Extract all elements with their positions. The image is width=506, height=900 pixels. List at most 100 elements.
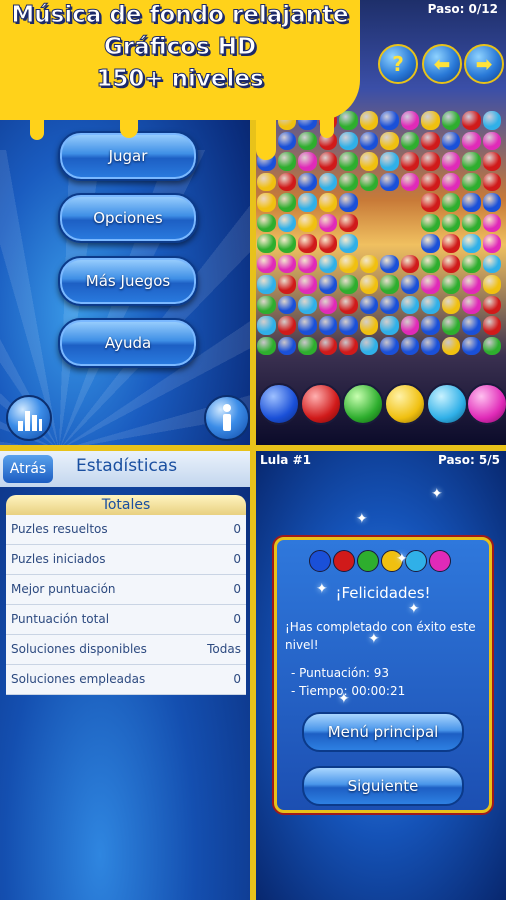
- puzzle-cell[interactable]: [400, 295, 419, 314]
- more-games-button[interactable]: Más Juegos: [58, 256, 198, 306]
- puzzle-cell[interactable]: [277, 193, 296, 212]
- puzzle-cell[interactable]: [462, 172, 481, 191]
- puzzle-cell[interactable]: [400, 172, 419, 191]
- puzzle-cell[interactable]: [298, 316, 317, 335]
- puzzle-cell[interactable]: [380, 295, 399, 314]
- play-button[interactable]: Jugar: [58, 131, 198, 181]
- puzzle-cell[interactable]: [482, 234, 501, 253]
- puzzle-cell[interactable]: [277, 275, 296, 294]
- puzzle-cell[interactable]: [339, 213, 358, 232]
- puzzle-cell[interactable]: [441, 193, 460, 212]
- help-button[interactable]: Ayuda: [58, 318, 198, 368]
- puzzle-cell[interactable]: [257, 172, 276, 191]
- puzzle-cell[interactable]: [462, 254, 481, 273]
- puzzle-cell[interactable]: [339, 275, 358, 294]
- main-menu-button[interactable]: Menú principal: [302, 712, 464, 752]
- puzzle-cell[interactable]: [441, 336, 460, 355]
- puzzle-cell[interactable]: [421, 131, 440, 150]
- puzzle-cell[interactable]: [400, 336, 419, 355]
- puzzle-cell[interactable]: [441, 295, 460, 314]
- redo-button[interactable]: ➡: [464, 44, 504, 84]
- puzzle-cell[interactable]: [462, 213, 481, 232]
- puzzle-cell[interactable]: [257, 316, 276, 335]
- puzzle-cell[interactable]: [257, 234, 276, 253]
- puzzle-cell[interactable]: [441, 111, 460, 130]
- puzzle-cell[interactable]: [257, 295, 276, 314]
- puzzle-cell[interactable]: [482, 254, 501, 273]
- puzzle-cell[interactable]: [277, 254, 296, 273]
- puzzle-cell[interactable]: [277, 234, 296, 253]
- puzzle-cell[interactable]: [462, 131, 481, 150]
- puzzle-cell[interactable]: [400, 111, 419, 130]
- puzzle-cell[interactable]: [339, 152, 358, 171]
- color-red[interactable]: [300, 383, 342, 425]
- puzzle-cell[interactable]: [318, 193, 337, 212]
- puzzle-cell[interactable]: [441, 213, 460, 232]
- puzzle-cell[interactable]: [318, 336, 337, 355]
- puzzle-cell[interactable]: [339, 234, 358, 253]
- puzzle-cell[interactable]: [380, 275, 399, 294]
- puzzle-cell[interactable]: [482, 336, 501, 355]
- puzzle-cell[interactable]: [359, 316, 378, 335]
- puzzle-cell[interactable]: [482, 111, 501, 130]
- next-button[interactable]: Siguiente: [302, 766, 464, 806]
- puzzle-cell[interactable]: [380, 152, 399, 171]
- color-yellow[interactable]: [384, 383, 426, 425]
- puzzle-cell[interactable]: [359, 111, 378, 130]
- puzzle-cell[interactable]: [462, 234, 481, 253]
- color-cyan[interactable]: [426, 383, 468, 425]
- puzzle-cell[interactable]: [462, 152, 481, 171]
- puzzle-cell[interactable]: [421, 172, 440, 191]
- undo-button[interactable]: ⬅: [422, 44, 462, 84]
- puzzle-cell[interactable]: [359, 172, 378, 191]
- puzzle-cell[interactable]: [421, 152, 440, 171]
- puzzle-cell[interactable]: [298, 152, 317, 171]
- puzzle-cell[interactable]: [339, 316, 358, 335]
- puzzle-cell[interactable]: [482, 213, 501, 232]
- puzzle-cell[interactable]: [400, 131, 419, 150]
- puzzle-cell[interactable]: [277, 131, 296, 150]
- puzzle-cell[interactable]: [277, 172, 296, 191]
- puzzle-cell[interactable]: [277, 213, 296, 232]
- puzzle-cell[interactable]: [339, 254, 358, 273]
- puzzle-cell[interactable]: [380, 316, 399, 335]
- puzzle-cell[interactable]: [482, 316, 501, 335]
- info-button[interactable]: [204, 395, 250, 441]
- puzzle-cell[interactable]: [482, 131, 501, 150]
- puzzle-cell[interactable]: [339, 336, 358, 355]
- puzzle-cell[interactable]: [318, 234, 337, 253]
- puzzle-cell[interactable]: [339, 193, 358, 212]
- puzzle-cell[interactable]: [380, 254, 399, 273]
- puzzle-cell[interactable]: [462, 193, 481, 212]
- puzzle-cell[interactable]: [339, 131, 358, 150]
- puzzle-cell[interactable]: [441, 254, 460, 273]
- puzzle-cell[interactable]: [277, 152, 296, 171]
- puzzle-cell[interactable]: [421, 111, 440, 130]
- puzzle-cell[interactable]: [421, 295, 440, 314]
- puzzle-cell[interactable]: [441, 152, 460, 171]
- puzzle-cell[interactable]: [318, 316, 337, 335]
- puzzle-cell[interactable]: [400, 152, 419, 171]
- puzzle-cell[interactable]: [257, 213, 276, 232]
- puzzle-cell[interactable]: [462, 316, 481, 335]
- puzzle-cell[interactable]: [482, 172, 501, 191]
- puzzle-cell[interactable]: [482, 275, 501, 294]
- puzzle-cell[interactable]: [298, 172, 317, 191]
- puzzle-cell[interactable]: [400, 254, 419, 273]
- puzzle-cell[interactable]: [482, 295, 501, 314]
- puzzle-cell[interactable]: [380, 172, 399, 191]
- puzzle-cell[interactable]: [359, 254, 378, 273]
- puzzle-cell[interactable]: [318, 152, 337, 171]
- puzzle-cell[interactable]: [359, 152, 378, 171]
- puzzle-cell[interactable]: [318, 254, 337, 273]
- puzzle-cell[interactable]: [318, 275, 337, 294]
- puzzle-cell[interactable]: [441, 275, 460, 294]
- puzzle-cell[interactable]: [318, 295, 337, 314]
- puzzle-cell[interactable]: [298, 275, 317, 294]
- puzzle-cell[interactable]: [400, 316, 419, 335]
- help-button[interactable]: ?: [378, 44, 418, 84]
- puzzle-cell[interactable]: [380, 111, 399, 130]
- puzzle-cell[interactable]: [441, 316, 460, 335]
- puzzle-cell[interactable]: [462, 336, 481, 355]
- puzzle-cell[interactable]: [277, 336, 296, 355]
